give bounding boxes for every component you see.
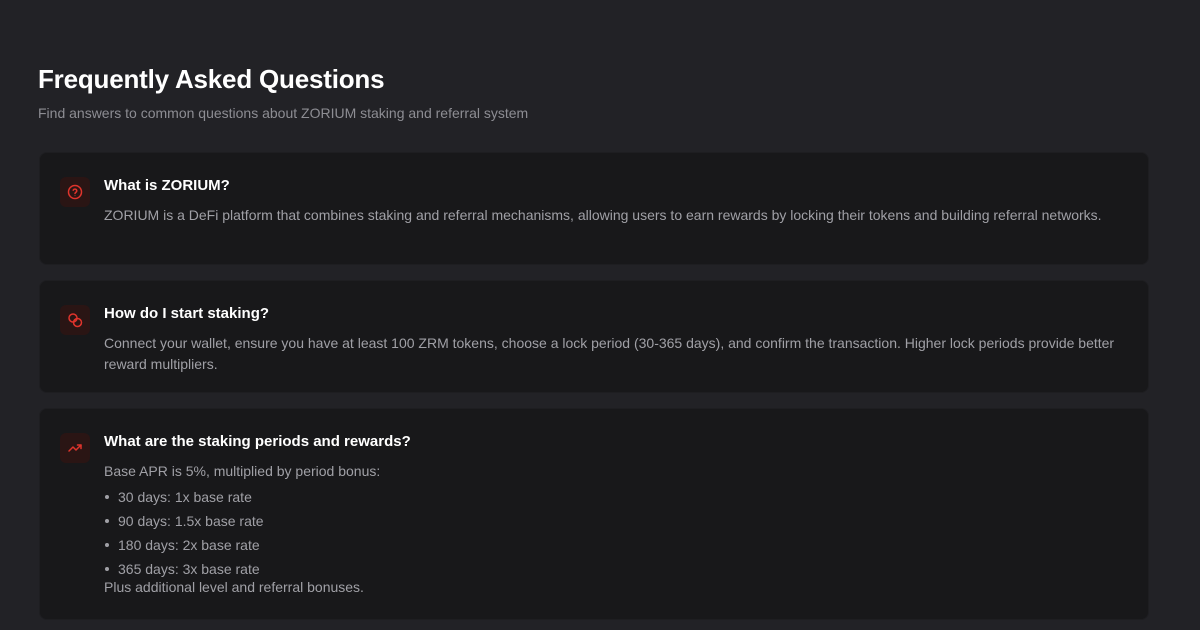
faq-answer: ZORIUM is a DeFi platform that combines …: [104, 207, 1102, 223]
faq-item-staking-periods[interactable]: What are the staking periods and rewards…: [39, 408, 1149, 620]
faq-question: What is ZORIUM?: [104, 177, 230, 194]
page-title: Frequently Asked Questions: [38, 64, 385, 94]
rate-item: 365 days: 3x base rate: [104, 557, 264, 581]
faq-question: How do I start staking?: [104, 305, 270, 322]
faq-item-what-is-zorium[interactable]: What is ZORIUM? ZORIUM is a DeFi platfor…: [39, 152, 1149, 265]
rate-item: 90 days: 1.5x base rate: [104, 509, 264, 533]
coins-icon: [60, 305, 90, 335]
rate-list: 30 days: 1x base rate 90 days: 1.5x base…: [104, 485, 264, 581]
faq-answer-outro: Plus additional level and referral bonus…: [104, 579, 364, 595]
faq-item-start-staking[interactable]: How do I start staking? Connect your wal…: [39, 280, 1149, 393]
rate-item: 30 days: 1x base rate: [104, 485, 264, 509]
faq-answer: Connect your wallet, ensure you have at …: [104, 335, 1115, 372]
faq-answer-intro: Base APR is 5%, multiplied by period bon…: [104, 463, 381, 479]
faq-page: Frequently Asked Questions Find answers …: [0, 0, 1200, 630]
rate-item: 180 days: 2x base rate: [104, 533, 264, 557]
page-subtitle: Find answers to common questions about Z…: [38, 105, 529, 121]
question-circle-icon: [60, 177, 90, 207]
faq-question: What are the staking periods and rewards…: [104, 433, 411, 450]
trending-up-icon: [60, 433, 90, 463]
